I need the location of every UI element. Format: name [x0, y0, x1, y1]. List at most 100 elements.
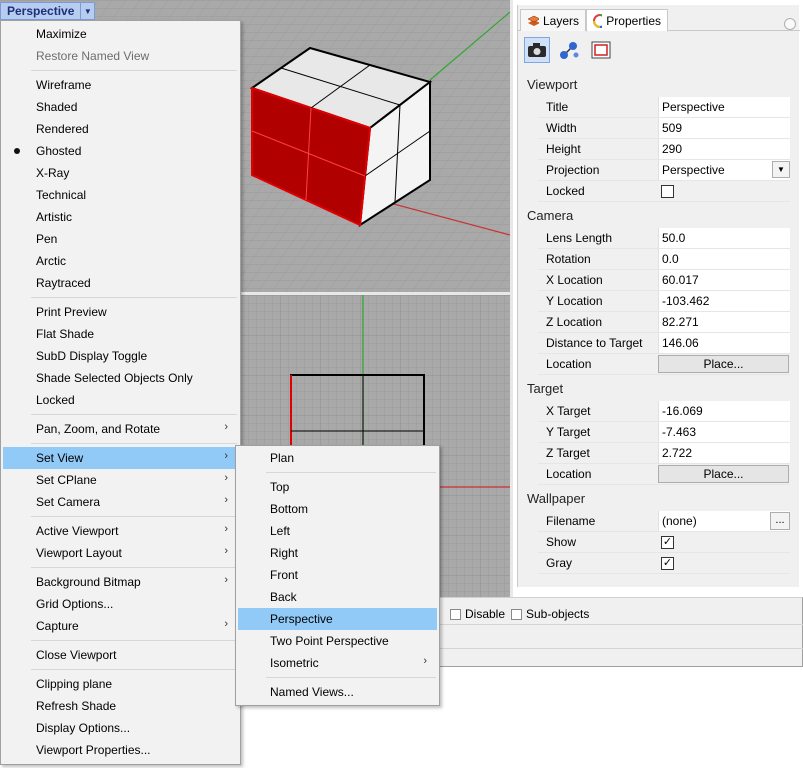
menu-item-subd-display-toggle[interactable]: SubD Display Toggle	[3, 345, 238, 367]
menu-item-ghosted[interactable]: Ghosted	[3, 140, 238, 162]
tab-layers[interactable]: Layers	[520, 9, 586, 31]
menu-item-locked[interactable]: Locked	[3, 389, 238, 411]
menu-item-wireframe[interactable]: Wireframe	[3, 74, 238, 96]
submenu-item-left[interactable]: Left	[238, 520, 437, 542]
viewport-splitter[interactable]	[510, 0, 513, 600]
menu-item-clipping-plane[interactable]: Clipping plane	[3, 673, 238, 695]
menu-label: Set View	[36, 451, 84, 465]
gray-checkbox[interactable]: ✓	[661, 557, 674, 570]
menu-item-grid-options[interactable]: Grid Options...	[3, 593, 238, 615]
distance-field[interactable]: 146.06	[658, 333, 790, 353]
submenu-label: Front	[270, 568, 299, 582]
menu-item-viewport-layout[interactable]: Viewport Layout ›	[3, 542, 238, 564]
menu-item-maximize[interactable]: Maximize	[3, 23, 238, 45]
browse-button[interactable]: ...	[770, 512, 790, 530]
menu-item-artistic[interactable]: Artistic	[3, 206, 238, 228]
subobjects-checkbox-box[interactable]	[511, 608, 522, 620]
menu-item-x-ray[interactable]: X-Ray	[3, 162, 238, 184]
display-properties-button[interactable]	[556, 37, 582, 63]
rotation-label: Rotation	[546, 252, 591, 266]
menu-item-refresh-shade[interactable]: Refresh Shade	[3, 695, 238, 717]
menu-item-background-bitmap[interactable]: Background Bitmap ›	[3, 571, 238, 593]
distance-label: Distance to Target	[546, 336, 643, 350]
menu-item-print-preview[interactable]: Print Preview	[3, 301, 238, 323]
x-target-field[interactable]: -16.069	[658, 401, 790, 421]
menu-separator	[31, 669, 237, 670]
divider	[430, 648, 803, 649]
y-target-field[interactable]: -7.463	[658, 422, 790, 442]
height-field[interactable]: 290	[658, 139, 790, 159]
y-target-label: Y Target	[546, 425, 591, 439]
submenu-label: Named Views...	[270, 685, 354, 699]
subobjects-checkbox[interactable]: Sub-objects	[511, 607, 589, 621]
z-location-field[interactable]: 82.271	[658, 312, 790, 332]
gear-icon[interactable]	[784, 18, 796, 30]
menu-item-set-view[interactable]: Set View ›	[3, 447, 238, 469]
menu-item-set-cplane[interactable]: Set CPlane ›	[3, 469, 238, 491]
submenu-label: Right	[270, 546, 299, 560]
viewport-title-tab[interactable]: Perspective ▼	[0, 2, 96, 20]
disable-checkbox-box[interactable]	[450, 608, 461, 620]
tab-properties-label: Properties	[606, 13, 661, 28]
locked-checkbox[interactable]	[661, 185, 674, 198]
submenu-item-named-views[interactable]: Named Views...	[238, 681, 437, 703]
menu-label: Flat Shade	[36, 327, 95, 341]
submenu-item-plan[interactable]: Plan	[238, 447, 437, 469]
title-field[interactable]: Perspective	[658, 97, 790, 117]
menu-item-rendered[interactable]: Rendered	[3, 118, 238, 140]
viewport-title[interactable]: Perspective	[1, 4, 80, 18]
filename-label: Filename	[546, 514, 596, 528]
menu-item-set-camera[interactable]: Set Camera ›	[3, 491, 238, 513]
chevron-down-icon[interactable]: ▼	[772, 161, 790, 178]
viewport-properties-button[interactable]	[524, 37, 550, 63]
z-target-field[interactable]: 2.722	[658, 443, 790, 463]
disable-checkbox[interactable]: Disable	[450, 607, 505, 621]
row-target-location: Location Place...	[538, 464, 790, 485]
chevron-right-icon: ›	[224, 618, 228, 630]
camera-place-button[interactable]: Place...	[658, 355, 789, 373]
menu-item-raytraced[interactable]: Raytraced	[3, 272, 238, 294]
menu-item-technical[interactable]: Technical	[3, 184, 238, 206]
menu-item-arctic[interactable]: Arctic	[3, 250, 238, 272]
view-frame-button[interactable]	[588, 37, 614, 63]
properties-icon	[593, 13, 603, 28]
chevron-down-icon[interactable]: ▼	[80, 3, 94, 19]
menu-item-pen[interactable]: Pen	[3, 228, 238, 250]
menu-item-viewport-properties[interactable]: Viewport Properties...	[3, 739, 238, 761]
submenu-item-perspective[interactable]: Perspective	[238, 608, 437, 630]
width-field[interactable]: 509	[658, 118, 790, 138]
submenu-item-two-point-perspective[interactable]: Two Point Perspective	[238, 630, 437, 652]
filename-field[interactable]: (none) ...	[658, 511, 790, 531]
row-rotation: Rotation 0.0	[538, 249, 790, 270]
x-location-label: X Location	[546, 273, 603, 287]
locked-label: Locked	[546, 184, 585, 198]
submenu-item-isometric[interactable]: Isometric ›	[238, 652, 437, 674]
menu-item-pan-zoom-rotate[interactable]: Pan, Zoom, and Rotate ›	[3, 418, 238, 440]
selection-filter-bar: s Disable Sub-objects	[430, 597, 803, 667]
menu-item-active-viewport[interactable]: Active Viewport ›	[3, 520, 238, 542]
menu-item-close-viewport[interactable]: Close Viewport	[3, 644, 238, 666]
submenu-item-bottom[interactable]: Bottom	[238, 498, 437, 520]
y-location-field[interactable]: -103.462	[658, 291, 790, 311]
menu-label: Grid Options...	[36, 597, 114, 611]
subobjects-label: Sub-objects	[526, 607, 590, 621]
menu-item-display-options[interactable]: Display Options...	[3, 717, 238, 739]
menu-item-shaded[interactable]: Shaded	[3, 96, 238, 118]
submenu-item-right[interactable]: Right	[238, 542, 437, 564]
menu-item-capture[interactable]: Capture ›	[3, 615, 238, 637]
submenu-label: Two Point Perspective	[270, 634, 389, 648]
viewport-context-menu: Maximize Restore Named View Wireframe Sh…	[0, 20, 241, 765]
projection-select[interactable]: Perspective ▼	[658, 160, 790, 180]
tab-properties[interactable]: Properties	[586, 9, 668, 32]
lens-length-field[interactable]: 50.0	[658, 228, 790, 248]
submenu-item-back[interactable]: Back	[238, 586, 437, 608]
x-location-field[interactable]: 60.017	[658, 270, 790, 290]
submenu-item-top[interactable]: Top	[238, 476, 437, 498]
menu-item-flat-shade[interactable]: Flat Shade	[3, 323, 238, 345]
target-place-button[interactable]: Place...	[658, 465, 789, 483]
submenu-label: Isometric	[270, 656, 319, 670]
show-checkbox[interactable]: ✓	[661, 536, 674, 549]
menu-item-shade-selected-objects-only[interactable]: Shade Selected Objects Only	[3, 367, 238, 389]
submenu-item-front[interactable]: Front	[238, 564, 437, 586]
rotation-field[interactable]: 0.0	[658, 249, 790, 269]
